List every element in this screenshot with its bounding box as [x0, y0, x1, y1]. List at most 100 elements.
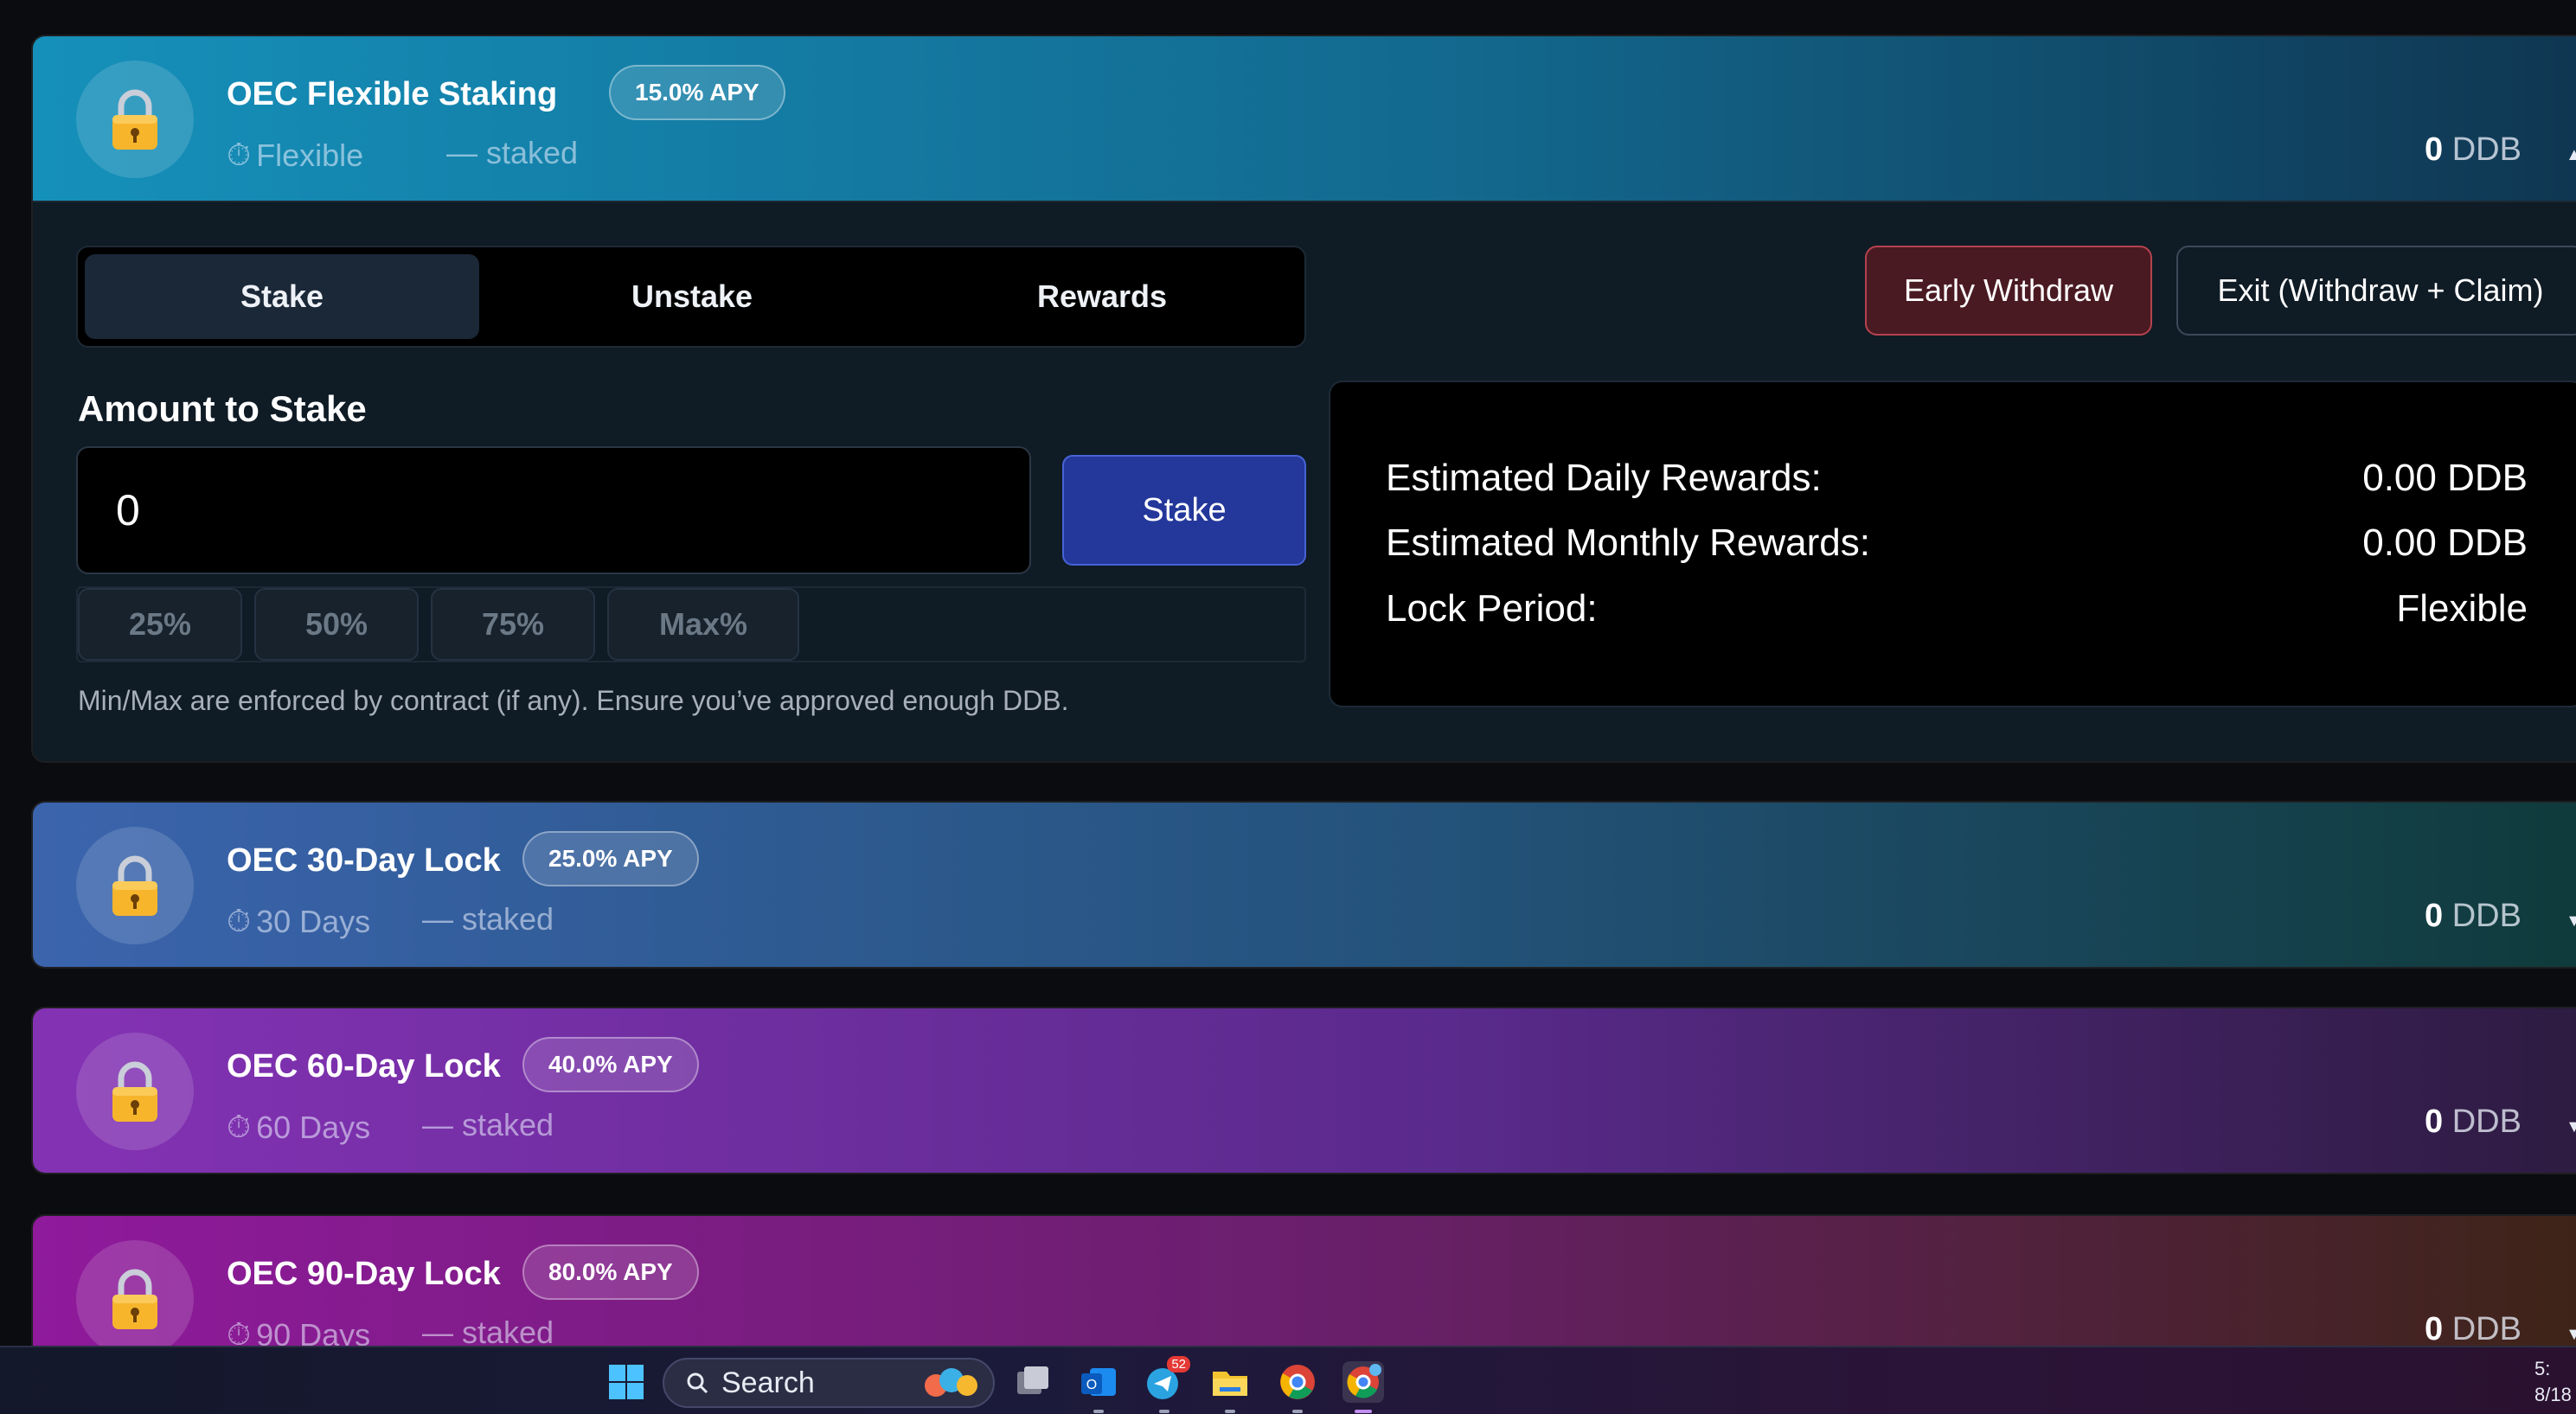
lock-icon — [76, 827, 194, 944]
taskbar: Search O 52 5: 8/18 — [0, 1346, 2576, 1414]
stake-button[interactable]: Stake — [1062, 455, 1306, 566]
lock-period-label: Flexible — [256, 137, 364, 173]
balance-value: 0 — [2425, 131, 2444, 168]
estimate-value: Flexible — [2396, 587, 2528, 630]
pool-name: OEC 30-Day Lock — [227, 842, 501, 879]
staked-amount: — staked — [446, 135, 579, 170]
lock-period-label: 30 Days — [256, 903, 371, 939]
pool-name: OEC Flexible Staking — [227, 76, 558, 112]
amount-input[interactable] — [76, 446, 1031, 574]
stopwatch-icon: ⏱ — [227, 1109, 252, 1144]
pool-balance: 0 DDB — [2425, 131, 2522, 169]
lock-period: ⏱ 90 Days — [227, 1316, 370, 1346]
pool-header[interactable]: OEC 60-Day Lock 40.0% APY ⏱ 60 Days — st… — [33, 1008, 2576, 1173]
running-indicator — [1159, 1410, 1169, 1413]
caret-up-icon[interactable]: ▲ — [2566, 145, 2576, 165]
estimate-row: Lock Period: Flexible — [1386, 587, 2528, 630]
balance-value: 0 — [2425, 1311, 2444, 1346]
pool-card-90-day: OEC 90-Day Lock 80.0% APY ⏱ 90 Days — st… — [31, 1214, 2576, 1346]
clock-time: 5: — [2534, 1358, 2551, 1379]
percent-75-button[interactable]: 75% — [431, 588, 595, 661]
pool-header[interactable]: OEC Flexible Staking 15.0% APY ⏱ Flexibl… — [33, 36, 2576, 201]
rewards-estimate-panel: Estimated Daily Rewards: 0.00 DDB Estima… — [1329, 381, 2576, 707]
estimate-value: 0.00 DDB — [2362, 457, 2528, 499]
chrome-profile-icon[interactable] — [1342, 1361, 1384, 1413]
svg-text:O: O — [1086, 1378, 1097, 1392]
estimate-value: 0.00 DDB — [2362, 521, 2528, 564]
task-view-icon[interactable] — [1012, 1361, 1054, 1403]
staking-page: OEC Flexible Staking 15.0% APY ⏱ Flexibl… — [0, 0, 2576, 1346]
estimate-label: Estimated Daily Rewards: — [1386, 457, 1822, 499]
pool-details: Stake Unstake Rewards Early Withdraw Exi… — [33, 201, 2576, 761]
telegram-icon[interactable]: 52 — [1144, 1356, 1190, 1413]
stopwatch-icon: ⏱ — [227, 1316, 252, 1346]
notification-badge: 52 — [1167, 1356, 1190, 1372]
caret-down-icon[interactable]: ▼ — [2566, 912, 2576, 931]
early-withdraw-button[interactable]: Early Withdraw — [1865, 246, 2152, 336]
pool-card-flexible: OEC Flexible Staking 15.0% APY ⏱ Flexibl… — [31, 35, 2576, 763]
running-indicator — [1225, 1410, 1235, 1413]
pool-header[interactable]: OEC 90-Day Lock 80.0% APY ⏱ 90 Days — st… — [33, 1216, 2576, 1346]
running-indicator — [1093, 1410, 1104, 1413]
system-clock[interactable]: 5: 8/18 — [2534, 1356, 2572, 1408]
stopwatch-icon: ⏱ — [227, 137, 252, 172]
pool-name: OEC 60-Day Lock — [227, 1048, 501, 1084]
lock-icon — [76, 1033, 194, 1150]
percent-25-button[interactable]: 25% — [78, 588, 242, 661]
pool-balance: 0 DDB — [2425, 1311, 2522, 1346]
lock-period: ⏱ 30 Days — [227, 903, 370, 940]
exit-button[interactable]: Exit (Withdraw + Claim) — [2176, 246, 2576, 336]
windows-start-icon[interactable] — [606, 1361, 647, 1403]
pool-card-60-day: OEC 60-Day Lock 40.0% APY ⏱ 60 Days — st… — [31, 1007, 2576, 1174]
estimate-row: Estimated Daily Rewards: 0.00 DDB — [1386, 457, 2528, 500]
estimate-row: Estimated Monthly Rewards: 0.00 DDB — [1386, 521, 2528, 565]
balance-unit: DDB — [2451, 131, 2522, 168]
percent-50-button[interactable]: 50% — [254, 588, 419, 661]
taskbar-search[interactable]: Search — [663, 1358, 995, 1408]
apy-badge: 80.0% APY — [522, 1244, 699, 1300]
pool-header[interactable]: OEC 30-Day Lock 25.0% APY ⏱ 30 Days — st… — [33, 803, 2576, 967]
search-icon — [687, 1372, 708, 1394]
lock-period-label: 60 Days — [256, 1109, 371, 1145]
lock-period-label: 90 Days — [256, 1316, 371, 1347]
apy-badge: 25.0% APY — [522, 831, 699, 886]
balance-unit: DDB — [2451, 1104, 2522, 1140]
caret-down-icon[interactable]: ▼ — [2566, 1325, 2576, 1345]
clock-date: 8/18 — [2534, 1384, 2572, 1405]
file-explorer-icon[interactable] — [1209, 1361, 1251, 1413]
balance-value: 0 — [2425, 898, 2444, 934]
pool-name: OEC 90-Day Lock — [227, 1256, 501, 1292]
amount-label: Amount to Stake — [78, 388, 367, 429]
search-label: Search — [721, 1366, 815, 1399]
apy-badge: 40.0% APY — [522, 1037, 699, 1092]
pool-balance: 0 DDB — [2425, 898, 2522, 935]
balloons-icon — [925, 1368, 977, 1397]
tab-rewards[interactable]: Rewards — [905, 254, 1299, 339]
chrome-icon[interactable] — [1277, 1361, 1318, 1413]
stopwatch-icon: ⏱ — [227, 903, 252, 938]
caret-down-icon[interactable]: ▼ — [2566, 1117, 2576, 1137]
action-tabs: Stake Unstake Rewards — [76, 246, 1306, 348]
estimate-label: Estimated Monthly Rewards: — [1386, 521, 1870, 564]
staked-amount: — staked — [422, 901, 554, 937]
outlook-icon[interactable]: O — [1078, 1361, 1119, 1413]
pool-card-30-day: OEC 30-Day Lock 25.0% APY ⏱ 30 Days — st… — [31, 801, 2576, 969]
percent-options: 25% 50% 75% Max% — [76, 586, 1306, 662]
apy-badge: 15.0% APY — [609, 65, 785, 120]
tab-stake[interactable]: Stake — [85, 254, 479, 339]
running-indicator — [1355, 1410, 1372, 1413]
lock-icon — [76, 1240, 194, 1346]
staked-amount: — staked — [422, 1315, 554, 1346]
balance-unit: DDB — [2451, 1311, 2522, 1346]
lock-icon — [76, 61, 194, 178]
pool-balance: 0 DDB — [2425, 1104, 2522, 1141]
estimate-label: Lock Period: — [1386, 587, 1598, 630]
lock-period: ⏱ 60 Days — [227, 1109, 370, 1146]
running-indicator — [1292, 1410, 1303, 1413]
percent-max-button[interactable]: Max% — [607, 588, 799, 661]
staked-amount: — staked — [422, 1107, 554, 1142]
lock-period: ⏱ Flexible — [227, 137, 363, 174]
balance-unit: DDB — [2451, 898, 2522, 934]
contract-note: Min/Max are enforced by contract (if any… — [78, 685, 1069, 716]
tab-unstake[interactable]: Unstake — [495, 254, 889, 339]
